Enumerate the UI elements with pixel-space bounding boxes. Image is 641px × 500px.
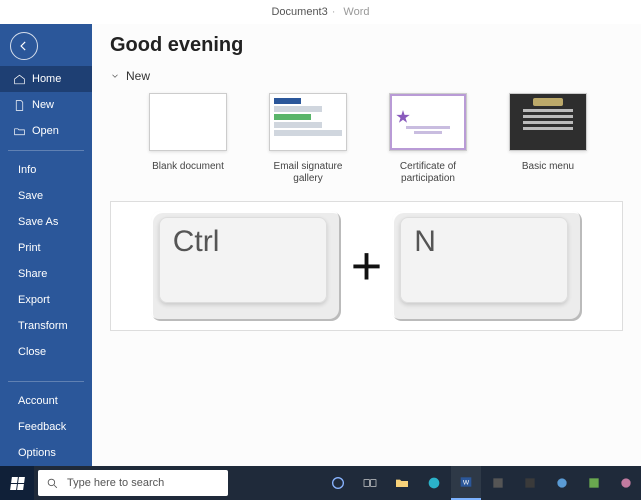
template-thumb bbox=[389, 93, 467, 151]
sidebar-link-transform[interactable]: Transform bbox=[0, 313, 92, 339]
divider bbox=[8, 381, 84, 382]
svg-text:W: W bbox=[463, 480, 470, 487]
word-backstage: Document3 · Word Home New Open Info Save bbox=[0, 0, 641, 500]
sidebar-link-options[interactable]: Options bbox=[0, 440, 92, 466]
sidebar-item-open[interactable]: Open bbox=[0, 118, 92, 144]
keyboard-shortcut-illustration: Ctrl + N bbox=[110, 201, 623, 331]
cortana-icon[interactable] bbox=[323, 466, 353, 500]
folder-open-icon bbox=[12, 124, 26, 138]
sidebar-link-save-as[interactable]: Save As bbox=[0, 209, 92, 235]
sidebar-item-label: Home bbox=[32, 73, 84, 85]
taskbar-search[interactable]: Type here to search bbox=[38, 470, 228, 496]
app-name: Word bbox=[343, 6, 369, 18]
taskbar-app-icon[interactable] bbox=[611, 466, 641, 500]
template-label: Email signature gallery bbox=[260, 161, 356, 185]
template-thumb bbox=[509, 93, 587, 151]
template-label: Certificate of participation bbox=[380, 161, 476, 185]
sidebar-item-label: Open bbox=[32, 125, 84, 137]
start-button[interactable] bbox=[0, 466, 34, 500]
sidebar-link-close[interactable]: Close bbox=[0, 339, 92, 365]
back-arrow-icon bbox=[17, 39, 31, 53]
sidebar-link-info[interactable]: Info bbox=[0, 157, 92, 183]
template-gallery: Blank document Email signature gallery C… bbox=[110, 89, 623, 191]
template-certificate[interactable]: Certificate of participation bbox=[380, 93, 476, 185]
search-placeholder: Type here to search bbox=[67, 477, 164, 489]
back-button[interactable] bbox=[10, 32, 38, 60]
title-bar: Document3 · Word bbox=[0, 0, 641, 24]
keycap-ctrl: Ctrl bbox=[151, 211, 341, 321]
section-title: New bbox=[126, 69, 150, 83]
title-sep: · bbox=[332, 6, 336, 18]
main-pane: Good evening New Blank document Email si… bbox=[92, 24, 641, 466]
word-icon[interactable]: W bbox=[451, 466, 481, 500]
sidebar-item-new[interactable]: New bbox=[0, 92, 92, 118]
windows-taskbar: Type here to search W bbox=[0, 466, 641, 500]
file-explorer-icon[interactable] bbox=[387, 466, 417, 500]
document-icon bbox=[12, 98, 26, 112]
template-label: Basic menu bbox=[522, 161, 574, 173]
keycap-label: N bbox=[414, 225, 436, 259]
spacer bbox=[0, 365, 92, 375]
sidebar-link-print[interactable]: Print bbox=[0, 235, 92, 261]
keycap-label: Ctrl bbox=[173, 225, 220, 259]
plus-symbol: + bbox=[345, 235, 389, 297]
sidebar-link-feedback[interactable]: Feedback bbox=[0, 414, 92, 440]
sidebar-item-home[interactable]: Home bbox=[0, 66, 92, 92]
task-view-icon[interactable] bbox=[355, 466, 385, 500]
taskbar-app-icon[interactable] bbox=[515, 466, 545, 500]
template-thumb bbox=[269, 93, 347, 151]
windows-logo-icon bbox=[10, 477, 25, 490]
sidebar-link-share[interactable]: Share bbox=[0, 261, 92, 287]
edge-icon[interactable] bbox=[419, 466, 449, 500]
greeting-heading: Good evening bbox=[110, 34, 623, 57]
body: Home New Open Info Save Save As Print Sh… bbox=[0, 24, 641, 466]
template-email-signature[interactable]: Email signature gallery bbox=[260, 93, 356, 185]
taskbar-icons: W bbox=[323, 466, 641, 500]
section-toggle-new[interactable]: New bbox=[110, 69, 623, 83]
search-icon bbox=[46, 477, 59, 490]
document-title: Document3 bbox=[271, 6, 327, 18]
sidebar-link-save[interactable]: Save bbox=[0, 183, 92, 209]
home-icon bbox=[12, 72, 26, 86]
divider bbox=[8, 150, 84, 151]
sidebar-link-export[interactable]: Export bbox=[0, 287, 92, 313]
template-basic-menu[interactable]: Basic menu bbox=[500, 93, 596, 185]
template-thumb bbox=[149, 93, 227, 151]
sidebar-link-account[interactable]: Account bbox=[0, 388, 92, 414]
template-blank-document[interactable]: Blank document bbox=[140, 93, 236, 185]
chevron-down-icon bbox=[110, 71, 120, 81]
backstage-sidebar: Home New Open Info Save Save As Print Sh… bbox=[0, 24, 92, 466]
taskbar-app-icon[interactable] bbox=[483, 466, 513, 500]
template-label: Blank document bbox=[152, 161, 224, 173]
taskbar-app-icon[interactable] bbox=[547, 466, 577, 500]
taskbar-app-icon[interactable] bbox=[579, 466, 609, 500]
keycap-n: N bbox=[392, 211, 582, 321]
sidebar-item-label: New bbox=[32, 99, 84, 111]
